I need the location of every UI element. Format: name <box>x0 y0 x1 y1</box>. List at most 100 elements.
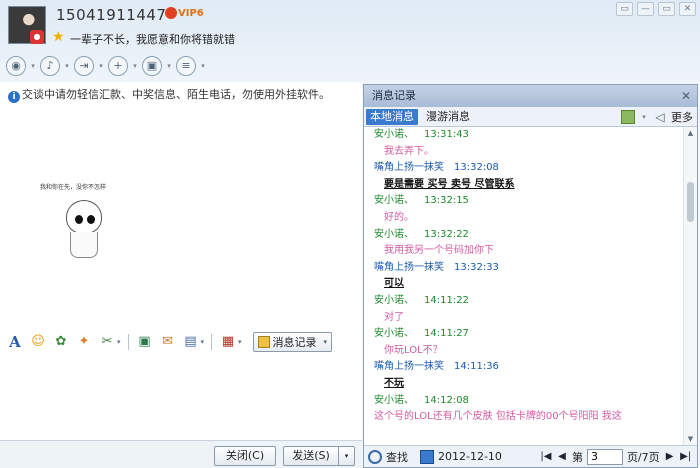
pager: |◀ ◀ 第 页/7页 ▶ ▶| <box>540 448 692 465</box>
vip-icon <box>165 7 177 19</box>
toolbar-divider <box>127 334 129 350</box>
doodle-icon[interactable]: ▤ <box>182 333 200 351</box>
calendar-icon[interactable] <box>420 449 434 464</box>
message-header: 安小诺、 14:12:08 <box>364 393 684 410</box>
format-toolbar: A ☺ ✿ ✦ ✂ ▾ ▣ ✉ ▤ ▾ ▦ ▾ 消息记录 ▾ <box>6 332 333 352</box>
chevron-down-icon[interactable]: ▾ <box>117 338 121 346</box>
voice-call-icon[interactable]: ♪ <box>40 56 60 76</box>
chat-header: ● 15041911447 VIP6 ★ 一辈子不长，我愿意和你将错就错 ▭ —… <box>0 0 700 82</box>
tab-local-messages[interactable]: 本地消息 <box>366 108 418 125</box>
vip-badge[interactable]: VIP6 <box>165 7 204 19</box>
close-window-button[interactable]: ✕ <box>679 2 696 16</box>
search-label[interactable]: 查找 <box>386 449 408 465</box>
scroll-down-icon[interactable]: ▼ <box>684 433 697 445</box>
message-sender: 嘴角上扬一抹笑 <box>374 162 444 174</box>
chevron-down-icon[interactable]: ▾ <box>238 338 242 346</box>
chevron-down-icon[interactable]: ▾ <box>198 62 208 70</box>
close-button[interactable]: 关闭(C) <box>214 446 276 466</box>
maximize-button[interactable]: ▭ <box>658 2 675 16</box>
message-sender: 安小诺、 <box>374 129 414 140</box>
message-header: 安小诺、 13:32:15 <box>364 193 684 210</box>
message-history-button[interactable]: 消息记录 ▾ <box>252 332 333 352</box>
message-header: 嘴角上扬一抹笑 13:32:33 <box>364 260 684 277</box>
message-sender: 安小诺、 <box>374 195 414 207</box>
tab-roaming-messages[interactable]: 漫游消息 <box>422 109 474 125</box>
gift-icon[interactable]: ✉ <box>159 333 177 351</box>
message-time: 14:11:27 <box>424 328 469 340</box>
toolbox-icon[interactable]: ▦ <box>219 333 237 351</box>
chat-toolbar: ◉ ▾ ♪ ▾ ⇥ ▾ + ▾ ▣ ▾ ≡ ▾ <box>6 56 208 76</box>
first-page-button[interactable]: |◀ <box>540 451 552 462</box>
last-page-button[interactable]: ▶| <box>680 451 692 462</box>
history-message-list[interactable]: 安小诺、 13:31:43 我去弄下。 嘴角上扬一抹笑 13:32:08 要是需要 买号 … <box>364 127 684 445</box>
more-link[interactable]: 更多 <box>671 109 693 125</box>
scrollbar-thumb[interactable] <box>687 182 694 222</box>
sketch-caption: 我和你在先，没你不怎样 <box>40 184 107 191</box>
chevron-down-icon[interactable]: ▾ <box>164 62 174 70</box>
message-history-label: 消息记录 <box>272 336 317 349</box>
history-title-bar: 消息记录 ✕ <box>364 85 697 107</box>
magic-emoji-icon[interactable]: ✿ <box>52 333 70 351</box>
message-time: 13:32:08 <box>454 162 499 174</box>
video-call-icon[interactable]: ◉ <box>6 56 26 76</box>
message-header: 嘴角上扬一抹笑 14:11:36 <box>364 359 684 376</box>
next-page-button[interactable]: ▶ <box>664 451 676 462</box>
chevron-down-icon[interactable]: ▾ <box>96 62 106 70</box>
history-icon <box>257 336 270 348</box>
chevron-down-icon[interactable]: ▾ <box>201 338 205 346</box>
chevron-down-icon[interactable]: ▾ <box>130 62 140 70</box>
message-time: 14:11:36 <box>454 361 499 373</box>
minimize-button[interactable]: — <box>637 2 654 16</box>
notice-text: 交谈中请勿轻信汇款、中奖信息、陌生电话，勿使用外挂软件。 <box>22 88 330 101</box>
scroll-up-icon[interactable]: ▲ <box>684 127 697 139</box>
skin-button[interactable]: ▭ <box>616 2 633 16</box>
window-controls: ▭ — ▭ ✕ <box>616 2 696 16</box>
prev-page-button[interactable]: ◀ <box>556 451 568 462</box>
remote-desktop-icon[interactable]: ▣ <box>142 56 162 76</box>
history-scrollbar[interactable]: ▲ ▼ <box>683 127 697 445</box>
message-sender: 安小诺、 <box>374 394 414 406</box>
chevron-down-icon[interactable]: ▾ <box>338 447 354 465</box>
chat-input-pane[interactable]: i 交谈中请勿轻信汇款、中奖信息、陌生电话，勿使用外挂软件。 我和你在先，没你不怎… <box>0 82 362 468</box>
chat-background-sketch: 我和你在先，没你不怎样 <box>40 182 120 272</box>
contact-phone: 15041911447 <box>56 6 167 24</box>
chevron-down-icon[interactable]: ▾ <box>639 113 649 121</box>
close-icon[interactable]: ✕ <box>681 85 691 107</box>
page-number-input[interactable] <box>586 448 623 465</box>
vip-label: VIP6 <box>178 8 204 19</box>
message-header: 安小诺、 13:31:43 <box>364 127 684 144</box>
message-text: 我去弄下。 <box>384 145 434 157</box>
message-header: 安小诺、 14:11:22 <box>364 293 684 310</box>
history-title: 消息记录 <box>372 89 416 102</box>
speaker-icon[interactable]: ◁ <box>653 110 667 124</box>
image-icon[interactable]: ▣ <box>136 333 154 351</box>
message-sender: 安小诺、 <box>374 294 414 306</box>
add-member-icon[interactable]: + <box>108 56 128 76</box>
sketch-eye <box>87 215 95 224</box>
message-text: 我用我另一个号码加你下 <box>384 245 494 257</box>
info-icon: i <box>8 91 20 103</box>
message-header: 安小诺、 13:32:22 <box>364 227 684 244</box>
message-time: 13:32:33 <box>454 261 499 273</box>
chevron-down-icon[interactable]: ▾ <box>62 62 72 70</box>
font-icon[interactable]: A <box>6 333 24 351</box>
message-time: 14:12:08 <box>424 394 469 406</box>
export-icon[interactable] <box>621 110 635 124</box>
screenshot-icon[interactable]: ✂ <box>98 333 116 351</box>
file-transfer-icon[interactable]: ⇥ <box>74 56 94 76</box>
message-time: 13:32:15 <box>424 195 469 207</box>
send-button[interactable]: 发送(S) ▾ <box>283 446 355 466</box>
search-icon[interactable] <box>368 449 382 464</box>
history-date[interactable]: 2012-12-10 <box>438 450 502 463</box>
message-text: 这个号的LOL还有几个皮肤 包括卡牌的00个号阳阳 我这 <box>374 411 622 423</box>
message-sender: 嘴角上扬一抹笑 <box>374 261 444 273</box>
contact-signature: 一辈子不长，我愿意和你将错就错 <box>70 33 235 46</box>
chevron-down-icon[interactable]: ▾ <box>28 62 38 70</box>
star-icon[interactable]: ★ <box>52 29 65 45</box>
chevron-down-icon[interactable]: ▾ <box>324 338 328 346</box>
emoji-icon[interactable]: ☺ <box>29 333 47 351</box>
send-label: 发送(S) <box>292 449 330 462</box>
app-menu-icon[interactable]: ≡ <box>176 56 196 76</box>
shake-icon[interactable]: ✦ <box>75 333 93 351</box>
message-time: 14:11:22 <box>424 294 469 306</box>
